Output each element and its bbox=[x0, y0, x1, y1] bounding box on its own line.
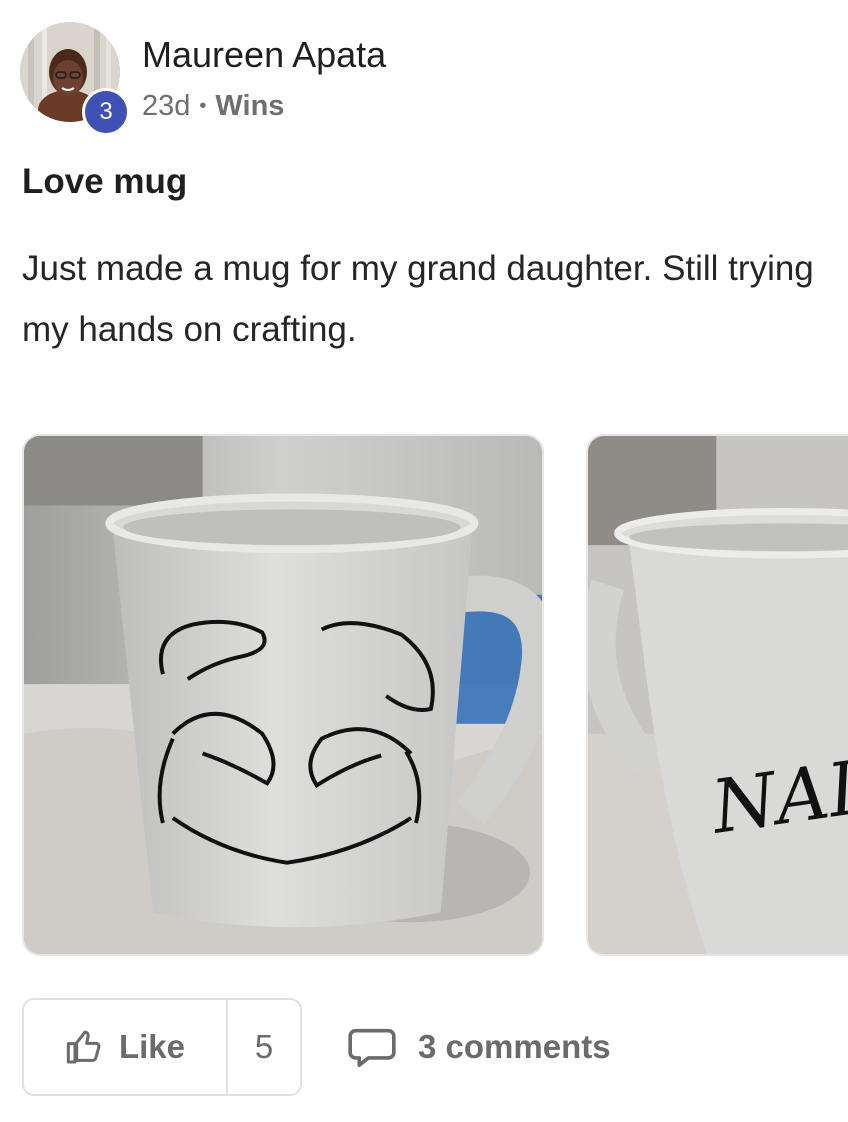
like-button[interactable]: Like bbox=[24, 1000, 228, 1094]
post-age: 23d bbox=[142, 90, 191, 122]
post-header: 3 Maureen Apata 23d • Wins bbox=[20, 22, 820, 137]
like-label: Like bbox=[118, 1028, 186, 1065]
post-image-2[interactable]: NAD bbox=[586, 434, 848, 956]
post-actions: Like 5 3 comments bbox=[22, 998, 832, 1096]
comments-button[interactable]: 3 comments bbox=[348, 998, 611, 1096]
mug-photo-2: NAD bbox=[588, 436, 848, 954]
speech-bubble-icon bbox=[348, 1028, 396, 1067]
author-name[interactable]: Maureen Apata bbox=[142, 34, 386, 76]
mug-photo-1 bbox=[24, 436, 542, 954]
like-count[interactable]: 5 bbox=[228, 1000, 300, 1094]
like-group: Like 5 bbox=[22, 998, 302, 1096]
post-body: Just made a mug for my grand daughter. S… bbox=[22, 249, 814, 349]
post-meta: 23d • Wins bbox=[142, 90, 284, 123]
post-image-1[interactable] bbox=[22, 434, 544, 956]
post-title: Love mug bbox=[22, 162, 188, 201]
comments-label: 3 comments bbox=[418, 1028, 611, 1065]
image-gallery[interactable]: NAD bbox=[22, 434, 848, 956]
level-badge: 3 bbox=[82, 88, 130, 136]
post-category[interactable]: Wins bbox=[215, 90, 284, 123]
thumbs-up-icon bbox=[66, 1030, 101, 1064]
meta-separator: • bbox=[199, 95, 207, 117]
